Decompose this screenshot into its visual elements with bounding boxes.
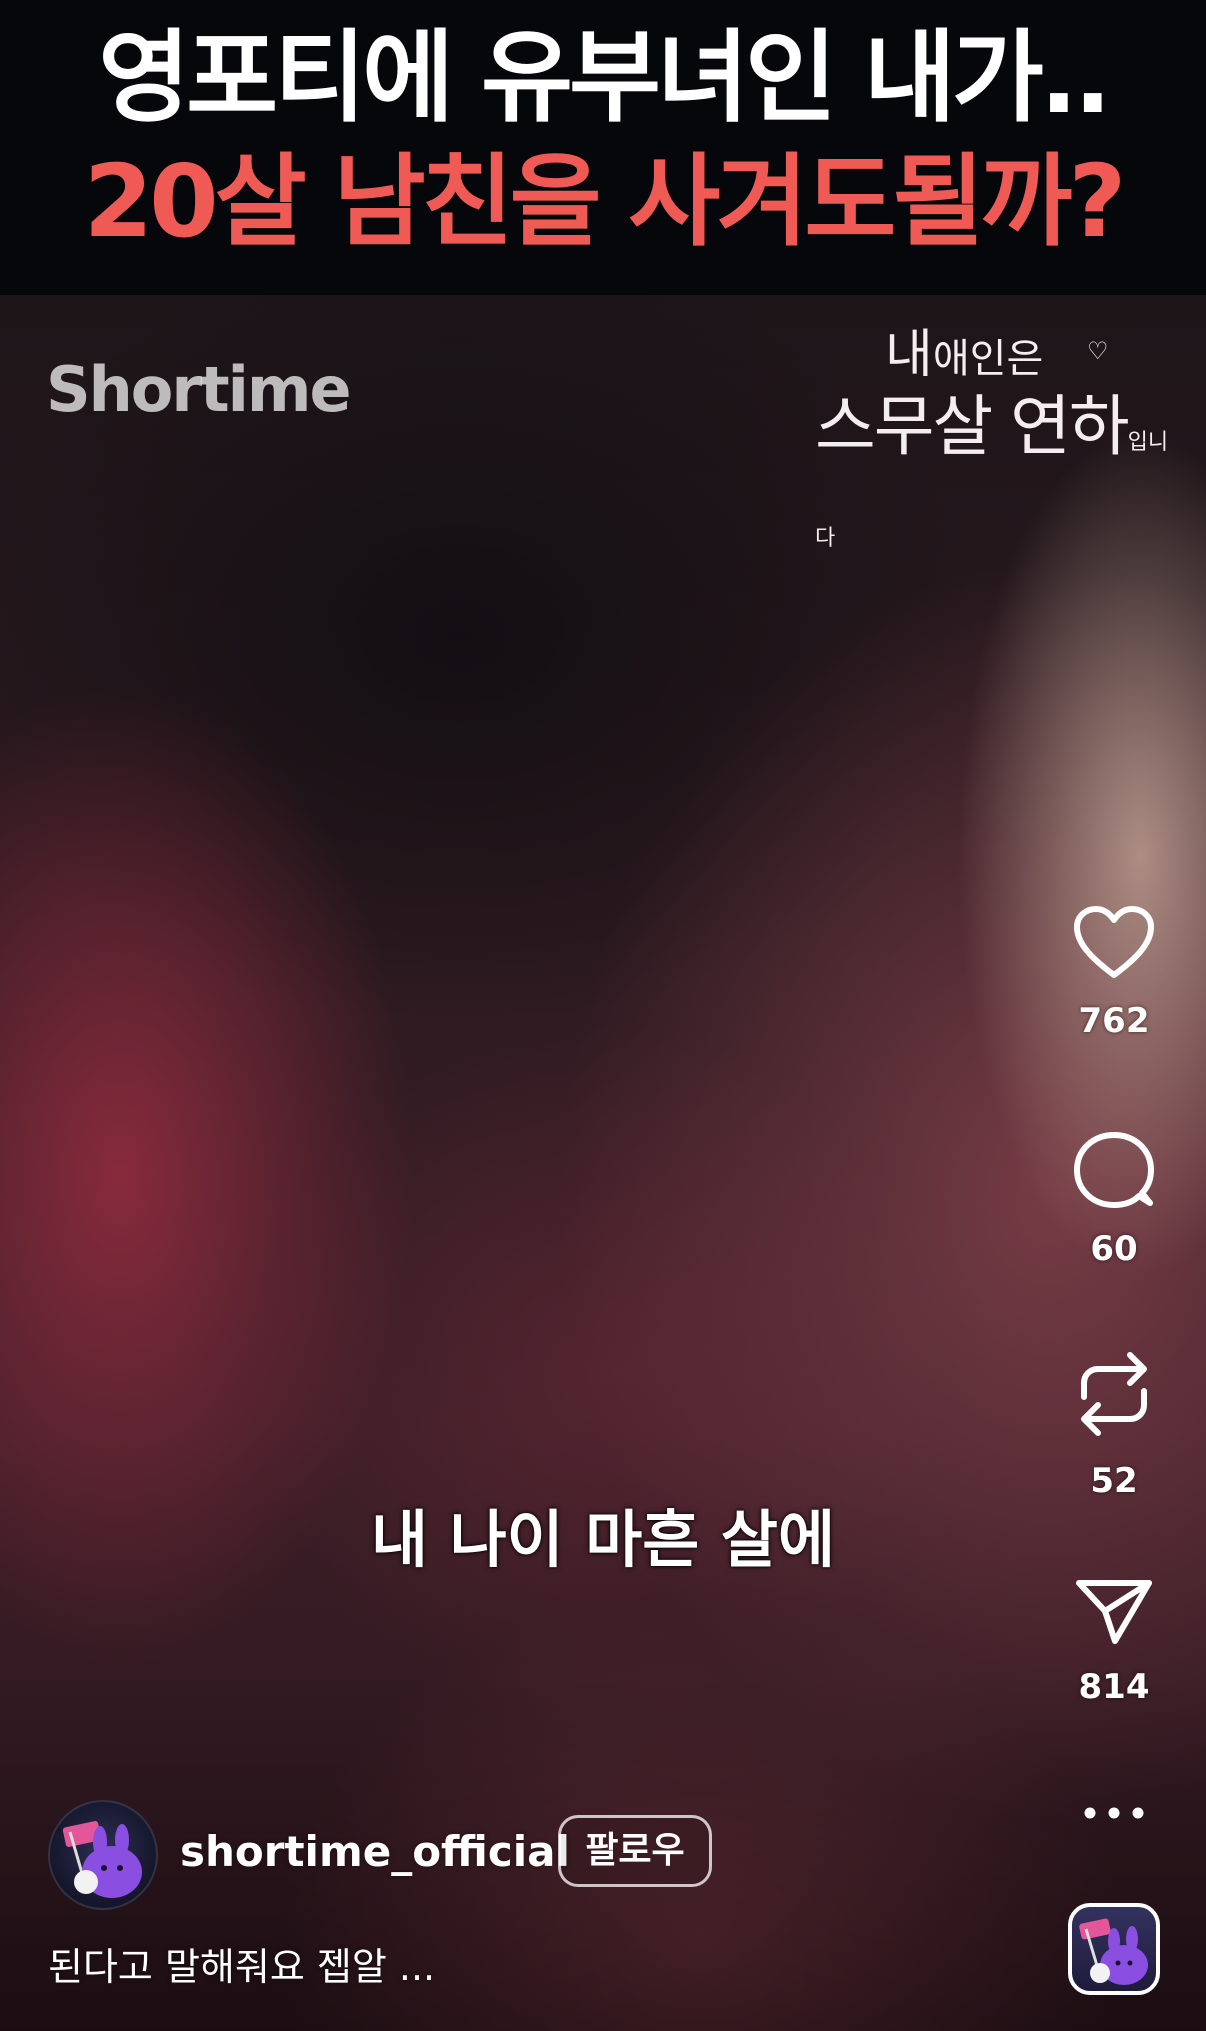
comment-count: 60 xyxy=(1090,1229,1138,1269)
headline-line-1: 영포티에 유부녀인 내가.. xyxy=(98,19,1112,136)
follow-button[interactable]: 팔로우 xyxy=(558,1815,712,1887)
series-title-line-2: 스무살 연하입니다 xyxy=(815,387,1185,579)
comment-bubble-icon xyxy=(1074,1132,1154,1208)
share-count: 814 xyxy=(1078,1667,1150,1707)
video-subtitle: 내 나이 마흔 살에 xyxy=(370,1503,836,1576)
shortime-watermark: Shortime xyxy=(46,353,352,426)
heart-flourish-icon: ♡ xyxy=(1087,337,1109,365)
series-title-main: 스무살 연하 xyxy=(815,388,1130,465)
share-button[interactable]: 814 xyxy=(1034,1577,1194,1707)
reels-screen: 영포티에 유부녀인 내가.. 20살 남친을 사겨도될까? Shortime 내… xyxy=(0,0,1206,2031)
like-count: 762 xyxy=(1078,1001,1150,1041)
like-button[interactable]: 762 xyxy=(1034,905,1194,1041)
repost-count: 52 xyxy=(1090,1461,1138,1501)
series-title-big: 내 xyxy=(885,325,933,385)
headline-banner: 영포티에 유부녀인 내가.. 20살 남친을 사겨도될까? xyxy=(0,0,1206,295)
account-avatar[interactable] xyxy=(48,1800,158,1910)
heart-icon xyxy=(1074,906,1154,978)
series-title-rest: 애인은 xyxy=(932,336,1044,382)
repost-button[interactable]: 52 xyxy=(1034,1347,1194,1501)
more-options-button[interactable] xyxy=(1076,1793,1152,1833)
audio-thumbnail[interactable] xyxy=(1068,1903,1160,1995)
headline-line-2: 20살 남친을 사겨도될까? xyxy=(83,143,1127,260)
repost-icon xyxy=(1081,1352,1147,1436)
send-icon xyxy=(1076,1580,1152,1644)
series-title-logo: 내애인은 ♡ 스무살 연하입니다 xyxy=(815,325,1185,551)
account-username[interactable]: shortime_official xyxy=(180,1826,570,1878)
more-dots-icon xyxy=(1084,1807,1144,1819)
comment-button[interactable]: 60 xyxy=(1034,1131,1194,1269)
series-title-line-1: 내애인은 xyxy=(885,325,1043,389)
post-caption[interactable]: 된다고 말해줘요 젭알 ... xyxy=(48,1942,435,1992)
shortime-mascot-icon xyxy=(1079,1918,1148,1985)
shortime-mascot-icon xyxy=(62,1821,142,1898)
